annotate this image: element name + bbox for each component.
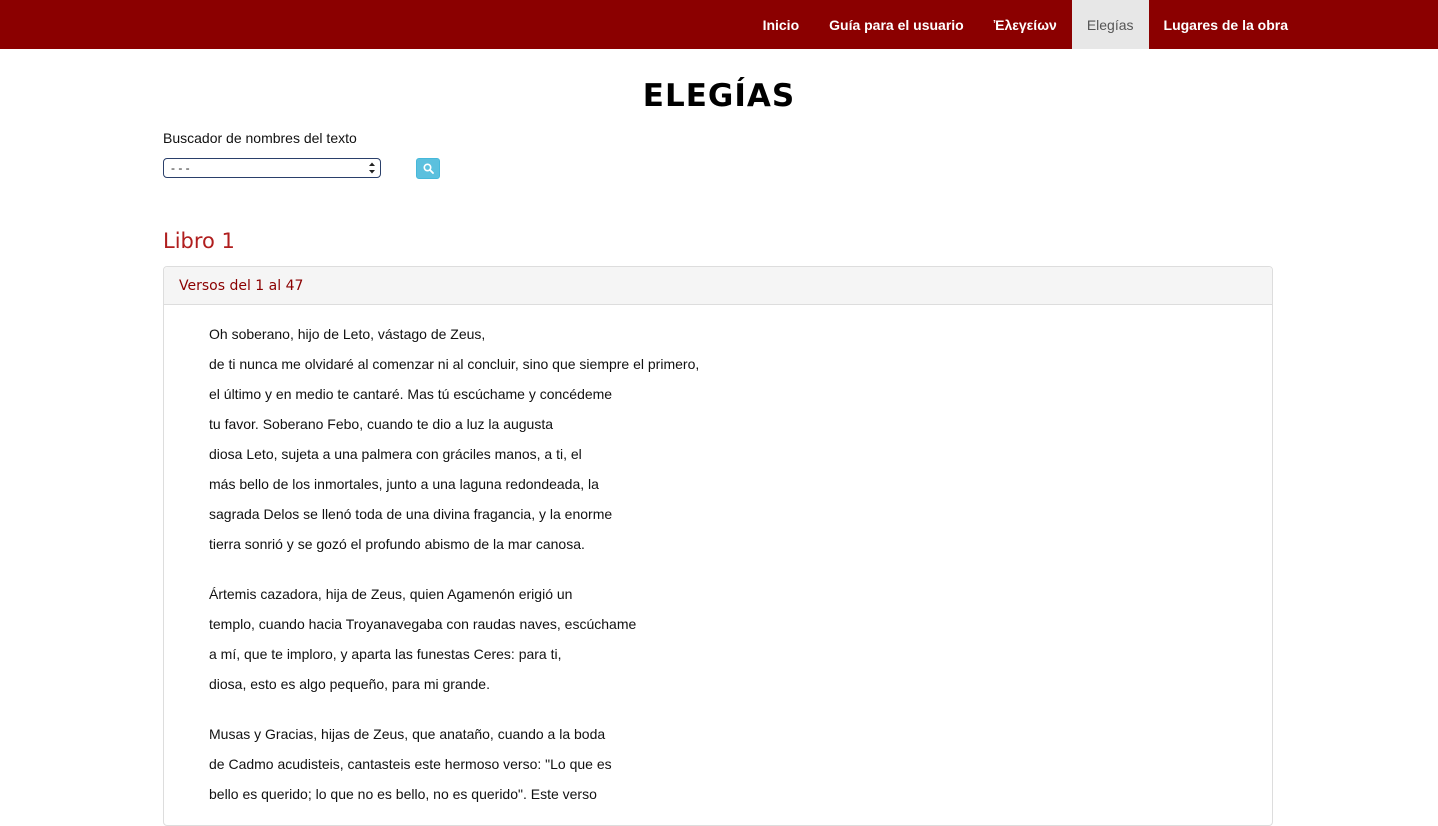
stanza: Oh soberano, hijo de Leto, vástago de Ze… [209, 319, 1272, 559]
nav-menu: Inicio Guía para el usuario Ἐλεγείων Ele… [748, 0, 1303, 49]
verse-line: sagrada Delos se llenó toda de una divin… [209, 506, 613, 522]
verse-line: el último y en medio te cantaré. Mas tú … [209, 386, 613, 402]
verse-line: templo, cuando hacia Troyanavegaba con r… [209, 616, 637, 632]
verse-line: Oh soberano, hijo de Leto, vástago de Ze… [209, 326, 486, 342]
stanza: Musas y Gracias, hijas de Zeus, que anat… [209, 719, 1272, 809]
search-button[interactable] [416, 158, 440, 179]
nav-item-elegias[interactable]: Elegías [1071, 0, 1149, 49]
nav-item-elegeion[interactable]: Ἐλεγείων [979, 0, 1072, 49]
verse-line: de ti nunca me olvidaré al comenzar ni a… [209, 356, 700, 372]
search-label: Buscador de nombres del texto [163, 130, 357, 146]
verse-line: tierra sonrió y se gozó el profundo abis… [209, 536, 585, 552]
select-arrows-icon [369, 162, 375, 174]
top-navbar: Inicio Guía para el usuario Ἐλεγείων Ele… [0, 0, 1438, 49]
verse-line: diosa Leto, sujeta a una palmera con grá… [209, 446, 582, 462]
verse-line: más bello de los inmortales, junto a una… [209, 476, 599, 492]
search-icon [422, 163, 434, 174]
verse-line: de Cadmo acudisteis, cantasteis este her… [209, 756, 612, 772]
stanza: Ártemis cazadora, hija de Zeus, quien Ag… [209, 579, 1272, 699]
verse-line: diosa, esto es algo pequeño, para mi gra… [209, 676, 490, 692]
panel-heading[interactable]: Versos del 1 al 47 [164, 267, 1272, 305]
verse-line: bello es querido; lo que no es bello, no… [209, 786, 597, 802]
name-search-select[interactable]: - - - [163, 158, 381, 178]
nav-item-inicio[interactable]: Inicio [748, 0, 815, 49]
page-title: ELEGÍAS [642, 78, 796, 114]
search-select-value: - - - [171, 161, 190, 175]
panel-body: Oh soberano, hijo de Leto, vástago de Ze… [164, 305, 1272, 809]
verse-line: a mí, que te imploro, y aparta las funes… [209, 646, 562, 662]
book-title: Libro 1 [163, 229, 235, 253]
verse-line: Musas y Gracias, hijas de Zeus, que anat… [209, 726, 606, 742]
nav-item-lugares[interactable]: Lugares de la obra [1149, 0, 1303, 49]
nav-item-guia[interactable]: Guía para el usuario [814, 0, 979, 49]
verse-line: Ártemis cazadora, hija de Zeus, quien Ag… [209, 586, 573, 602]
verses-panel: Versos del 1 al 47 Oh soberano, hijo de … [163, 266, 1273, 826]
verse-line: tu favor. Soberano Febo, cuando te dio a… [209, 416, 554, 432]
